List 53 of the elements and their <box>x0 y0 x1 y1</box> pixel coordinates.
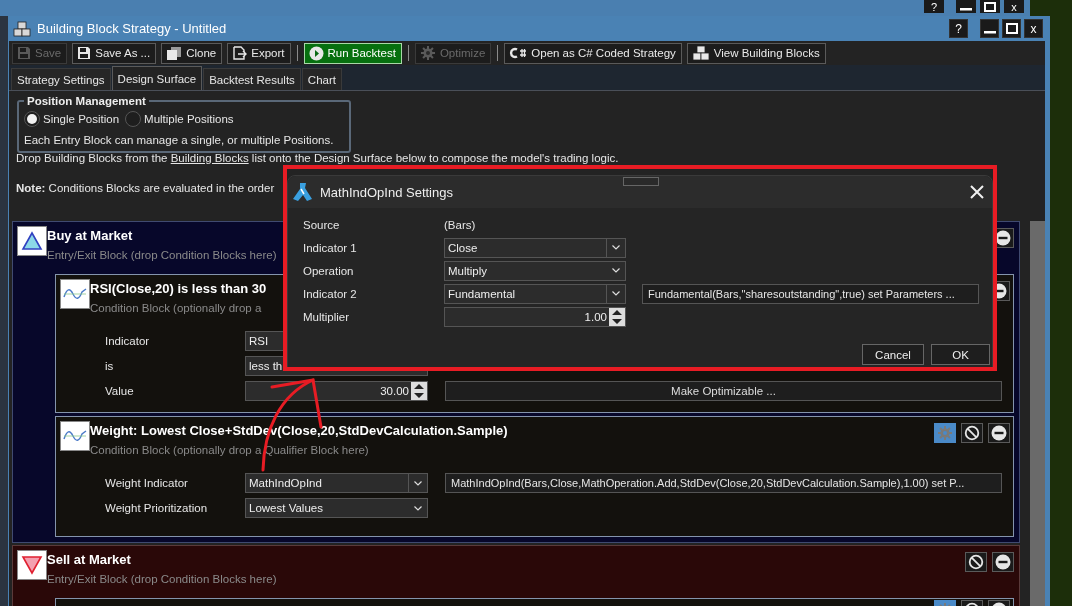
block-subtitle: Entry/Exit Block (drop Condition Blocks here) <box>47 573 277 585</box>
dialog-title: MathIndOpInd Settings <box>320 184 454 200</box>
block-subtitle: Condition Block (optionally drop a <box>90 302 262 314</box>
number-field[interactable]: 1.00 <box>444 306 626 327</box>
block-subtitle: Condition Block (optionally drop a Qualifier Block here) <box>90 444 369 456</box>
number-field[interactable]: 30.00 <box>245 381 428 401</box>
ok-button[interactable]: OK <box>931 344 990 365</box>
tab[interactable]: Strategy Settings <box>11 68 111 90</box>
radio-option[interactable]: Multiple Positions <box>125 111 234 127</box>
instruction-text: Drop Building Blocks from the Building Blocks list onto the Design Surface below to compose the model's trading logic. <box>16 151 619 166</box>
field-label: Indicator 2 <box>303 287 358 300</box>
parameters-field[interactable]: Fundamental(Bars,"sharesoutstanding",true) set Parameters ... <box>642 283 979 304</box>
help-button[interactable]: ? <box>924 0 944 13</box>
group-title: Position Management <box>26 95 147 107</box>
building-blocks-link[interactable]: Building Blocks <box>170 152 249 164</box>
tab[interactable]: Backtest Results <box>203 68 301 90</box>
block-title: RSI(Close,20) is less than 30 <box>90 281 267 296</box>
help-text: Each Entry Block can manage a single, or multiple Positions. <box>24 134 335 146</box>
parameters-field[interactable]: MathIndOpInd(Bars,Close,MathOperation.Add,StdDev(Close,20,StdDevCalculation.Sample),1.00) set P... <box>445 473 1002 493</box>
block-title: Buy at Market <box>47 228 133 243</box>
toolbar-button[interactable]: Run Backtest <box>303 42 402 64</box>
block-subtitle: Entry/Exit Block (drop Condition Blocks here) <box>47 249 277 261</box>
field-label: Operation <box>303 264 355 277</box>
field-label: Weight Prioritization <box>105 502 209 514</box>
make-optimizable-button[interactable]: Make Optimizable ... <box>445 381 1002 401</box>
field-label: Indicator <box>105 335 151 347</box>
toolbar-button[interactable]: Export <box>227 42 291 64</box>
tab[interactable]: Chart <box>301 68 342 90</box>
dropdown[interactable]: Multiply <box>444 260 626 281</box>
block-title: Sell at Market <box>47 552 131 567</box>
tab[interactable]: Design Surface <box>111 66 203 90</box>
toolbar-button[interactable]: Save As ... <box>72 42 157 64</box>
note-text: Note: Conditions Blocks are evaluated in the order <box>16 181 275 196</box>
close-button[interactable]: x <box>1024 19 1043 38</box>
field-label: Source <box>303 219 341 231</box>
field-label: Value <box>105 385 135 397</box>
dropdown[interactable]: Close <box>444 237 626 258</box>
help-button[interactable]: ? <box>949 19 968 38</box>
dropdown[interactable]: Fundamental <box>444 283 626 304</box>
toolbar-button[interactable]: Open as C# Coded Strategy <box>504 42 682 64</box>
toolbar-button[interactable]: Clone <box>161 42 223 64</box>
field-value: (Bars) <box>444 219 477 231</box>
field-label: is <box>105 360 115 372</box>
field-label: Indicator 1 <box>303 241 358 254</box>
field-label: Multiplier <box>303 310 350 323</box>
toolbar-button[interactable]: View Building Blocks <box>686 42 826 64</box>
dropdown[interactable]: Lowest Values <box>245 498 428 518</box>
close-button[interactable]: x <box>1004 0 1024 13</box>
cancel-button[interactable]: Cancel <box>862 344 924 365</box>
radio-option[interactable]: Single Position <box>24 111 120 127</box>
dropdown[interactable]: MathIndOpInd <box>245 473 428 493</box>
window-title: Building Block Strategy - Untitled <box>37 21 228 36</box>
field-label: Weight Indicator <box>105 477 189 489</box>
